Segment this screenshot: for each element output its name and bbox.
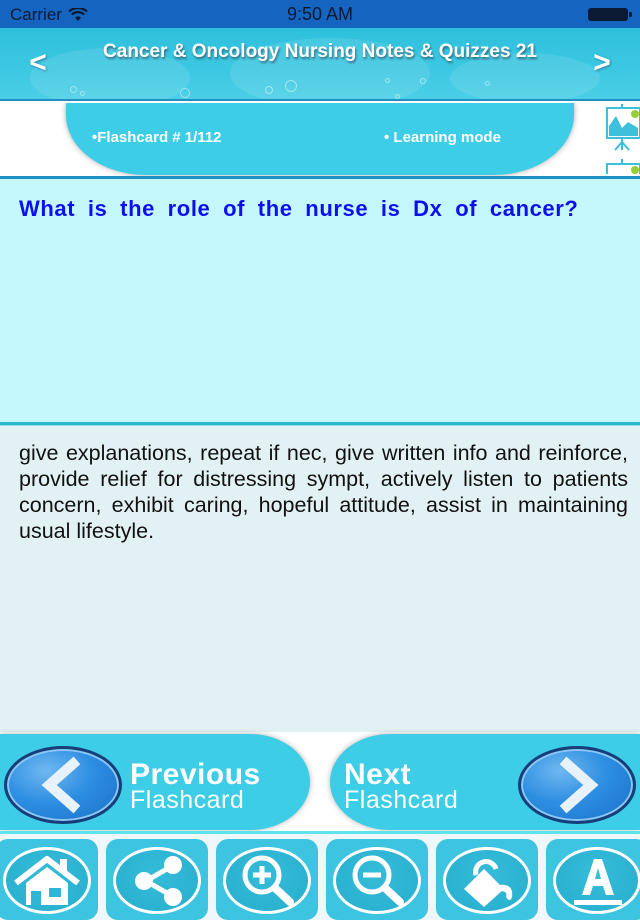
home-icon xyxy=(14,856,80,905)
next-label-small: Flashcard xyxy=(344,786,459,814)
previous-label-small: Flashcard xyxy=(130,786,245,814)
font-button[interactable] xyxy=(546,839,640,920)
chevron-left-icon xyxy=(4,746,122,824)
app-header: < Cancer & Oncology Nursing Notes & Quiz… xyxy=(0,28,640,101)
status-bar: Carrier 9:50 AM xyxy=(0,0,640,28)
flashcard-counter: •Flashcard # 1/112 xyxy=(92,129,222,146)
flashcard-question: What is the role of the nurse is Dx of c… xyxy=(19,196,579,221)
background-color-button[interactable] xyxy=(436,839,538,920)
bubble-decoration xyxy=(265,86,273,94)
previous-flashcard-label: Previous Flashcard xyxy=(130,760,261,813)
next-flashcard-button[interactable]: Next Flashcard xyxy=(330,734,640,830)
zoom-out-icon xyxy=(352,855,404,906)
bottom-toolbar xyxy=(0,834,640,920)
header-previous-button[interactable]: < xyxy=(18,46,58,80)
zoom-out-button[interactable] xyxy=(326,839,428,920)
zoom-in-icon xyxy=(242,855,294,906)
bubble-decoration xyxy=(485,81,490,86)
battery-icon xyxy=(588,8,632,21)
header-next-button[interactable]: > xyxy=(582,46,622,80)
answer-panel: give explanations, repeat if nec, give w… xyxy=(0,426,640,732)
bubble-decoration xyxy=(395,94,400,99)
zoom-in-button[interactable] xyxy=(216,839,318,920)
flashcard-answer: give explanations, repeat if nec, give w… xyxy=(19,441,628,543)
bubble-decoration xyxy=(70,86,77,93)
flashcard-navigation: Previous Flashcard Next Flashcard xyxy=(0,732,640,834)
flashcard-info-band: •Flashcard # 1/112 • Learning mode xyxy=(0,101,640,177)
share-button[interactable] xyxy=(106,839,208,920)
previous-flashcard-button[interactable]: Previous Flashcard xyxy=(0,734,310,830)
font-icon xyxy=(574,859,622,905)
question-panel: What is the role of the nurse is Dx of c… xyxy=(0,179,640,422)
paint-bucket-icon xyxy=(464,859,513,907)
home-button[interactable] xyxy=(0,839,98,920)
mode-label: • Learning mode xyxy=(384,129,501,146)
chevron-right-icon xyxy=(518,746,636,824)
bubble-decoration xyxy=(180,88,190,98)
presentation-chart-icon[interactable] xyxy=(604,104,640,174)
bubble-decoration xyxy=(385,78,390,83)
share-icon xyxy=(135,856,182,906)
bubble-decoration xyxy=(420,78,426,84)
bubble-decoration xyxy=(80,91,85,96)
status-time: 9:50 AM xyxy=(286,4,354,24)
next-flashcard-label: Next Flashcard xyxy=(344,760,458,813)
bubble-decoration xyxy=(285,80,297,92)
page-title: Cancer & Oncology Nursing Notes & Quizze… xyxy=(103,41,537,62)
